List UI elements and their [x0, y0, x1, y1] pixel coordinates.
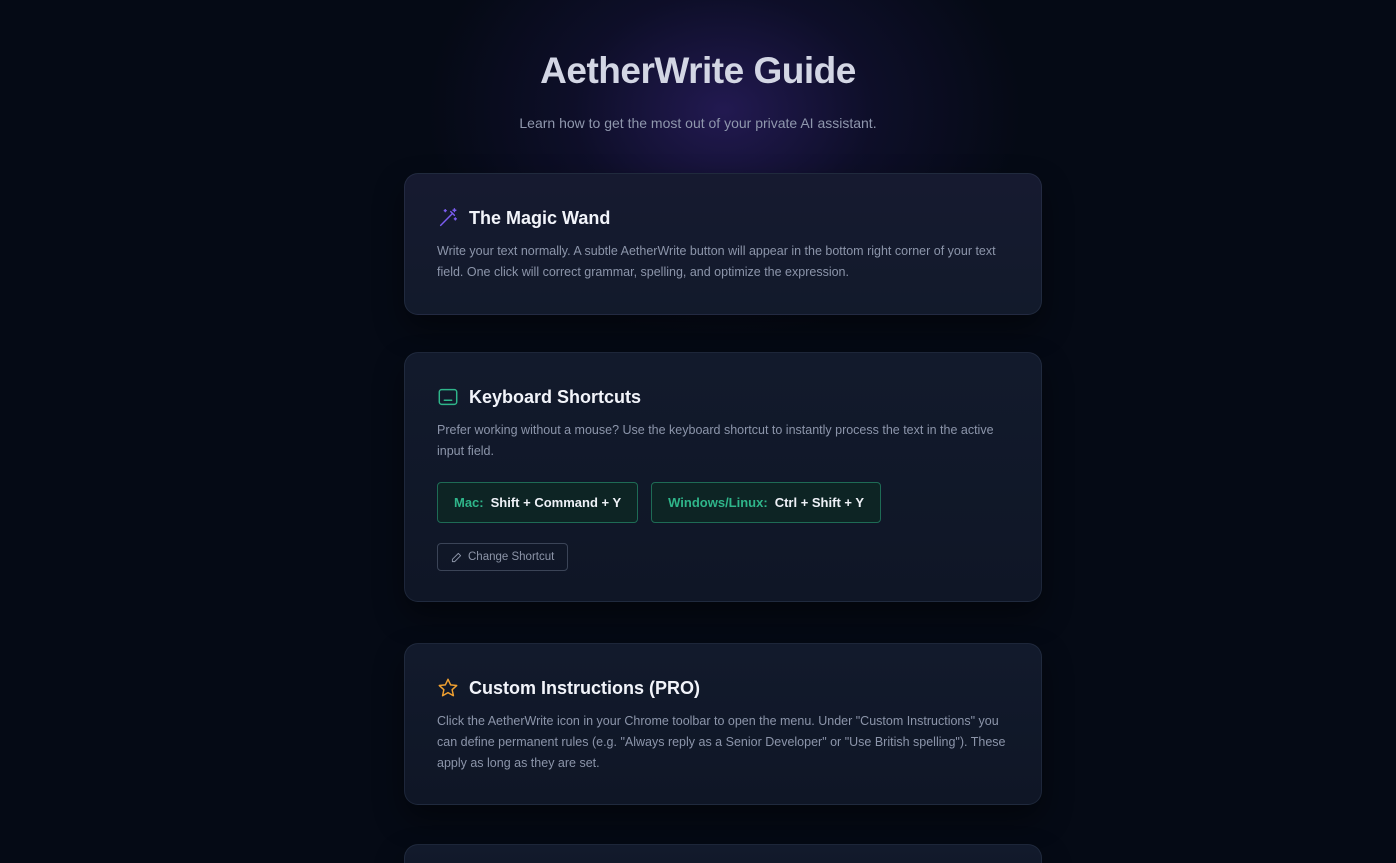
- card-title: Keyboard Shortcuts: [469, 386, 642, 407]
- next-section-card: [404, 844, 1042, 863]
- card-header: Keyboard Shortcuts: [437, 384, 1009, 410]
- keyboard-shortcuts-card: Keyboard Shortcuts Prefer working withou…: [404, 352, 1042, 602]
- pencil-icon: [451, 552, 462, 563]
- change-shortcut-button[interactable]: Change Shortcut: [437, 543, 569, 571]
- shortcut-os-label: Mac:: [454, 495, 484, 510]
- card-header: The Magic Wand: [437, 205, 1009, 231]
- mac-shortcut-badge: Mac: Shift + Command + Y: [437, 482, 639, 523]
- keyboard-icon: [437, 386, 459, 408]
- card-title: Custom Instructions (PRO): [469, 677, 701, 698]
- card-description: Click the AetherWrite icon in your Chrom…: [437, 714, 1006, 770]
- shortcut-keys: Shift + Command + Y: [490, 495, 622, 510]
- custom-instructions-card: Custom Instructions (PRO) Click the Aeth…: [404, 643, 1042, 805]
- shortcut-list: Mac: Shift + Command + Y Windows/Linux: …: [437, 482, 1009, 523]
- star-icon: [437, 677, 459, 699]
- shortcut-keys: Ctrl + Shift + Y: [774, 495, 865, 510]
- change-shortcut-label: Change Shortcut: [468, 551, 555, 563]
- magic-wand-card: The Magic Wand Write your text normally.…: [404, 173, 1042, 315]
- windows-linux-shortcut-badge: Windows/Linux: Ctrl + Shift + Y: [651, 482, 882, 523]
- card-title: The Magic Wand: [469, 207, 611, 228]
- magic-wand-icon: [437, 207, 459, 229]
- page-title: AetherWrite Guide: [540, 50, 856, 91]
- card-header: Custom Instructions (PRO): [437, 675, 1009, 701]
- card-description: Write your text normally. A subtle Aethe…: [437, 244, 996, 279]
- card-description: Prefer working without a mouse? Use the …: [437, 423, 994, 458]
- page-subtitle: Learn how to get the most out of your pr…: [519, 115, 877, 131]
- shortcut-os-label: Windows/Linux:: [668, 495, 768, 510]
